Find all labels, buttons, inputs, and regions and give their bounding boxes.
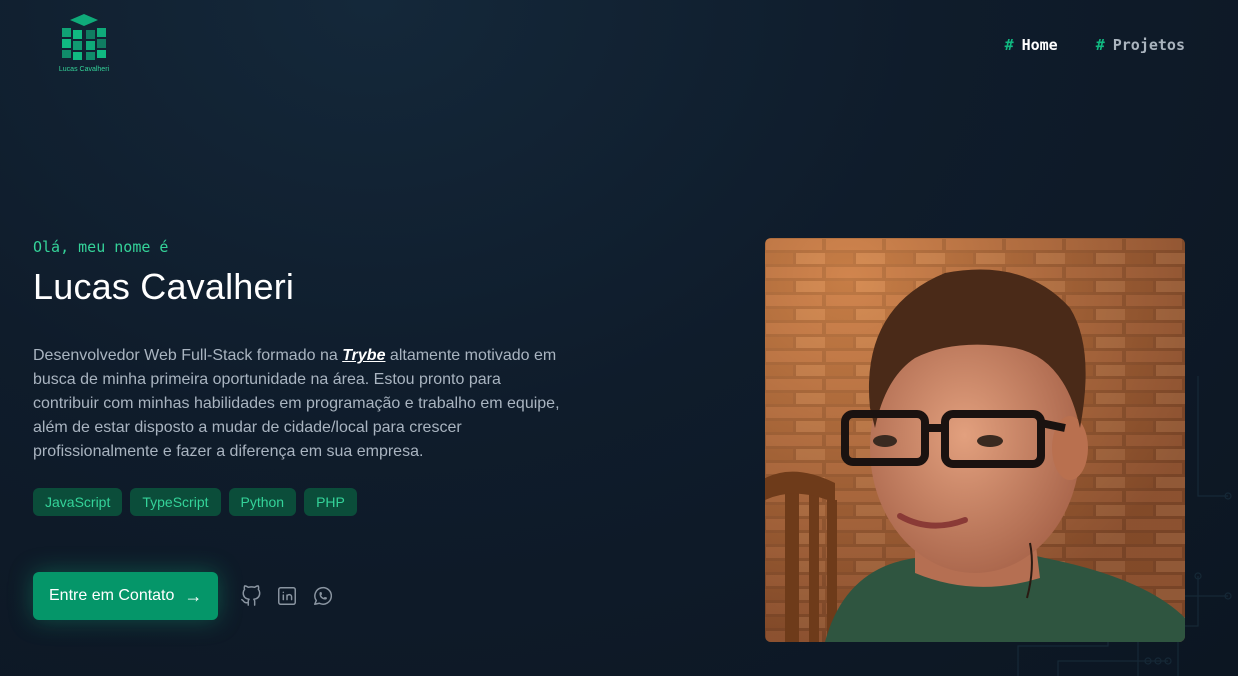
whatsapp-icon[interactable] — [312, 585, 334, 607]
skill-tag: TypeScript — [130, 488, 221, 516]
profile-photo — [765, 238, 1185, 642]
cube-logo-icon — [62, 14, 106, 60]
profile-photo-illustration — [765, 238, 1185, 642]
skill-tags: JavaScript TypeScript Python PHP — [33, 488, 573, 516]
nav-projetos[interactable]: # Projetos — [1096, 36, 1185, 54]
nav-home[interactable]: # Home — [1005, 36, 1058, 54]
social-links — [240, 585, 334, 607]
linkedin-icon[interactable] — [276, 585, 298, 607]
github-icon[interactable] — [240, 585, 262, 607]
nav-hash: # — [1095, 36, 1105, 54]
trybe-link[interactable]: Trybe — [342, 347, 385, 364]
logo-text: Lucas Cavalheri — [58, 66, 110, 73]
hero-description: Desenvolvedor Web Full-Stack formado na … — [33, 344, 563, 464]
description-text: Desenvolvedor Web Full-Stack formado na — [33, 347, 343, 364]
nav-home-label: Home — [1021, 36, 1058, 54]
contact-button[interactable]: Entre em Contato → — [33, 572, 219, 620]
contact-button-label: Entre em Contato — [49, 587, 175, 604]
greeting: Olá, meu nome é — [33, 238, 169, 256]
skill-tag: Python — [228, 488, 297, 516]
hero-actions: Entre em Contato → — [33, 572, 573, 620]
skill-tag: PHP — [304, 488, 357, 516]
skill-tag: JavaScript — [33, 488, 123, 516]
nav-projetos-label: Projetos — [1112, 36, 1185, 54]
page-title: Lucas Cavalheri — [33, 266, 295, 307]
arrow-right-icon: → — [184, 585, 203, 606]
site-header: Lucas Cavalheri # Home # Projetos — [0, 0, 1238, 90]
hero-section: Olá, meu nome é Lucas Cavalheri Desenvol… — [33, 238, 573, 620]
nav-hash: # — [1004, 36, 1014, 54]
logo[interactable]: Lucas Cavalheri — [58, 14, 110, 78]
main-nav: # Home # Projetos — [1005, 36, 1185, 54]
